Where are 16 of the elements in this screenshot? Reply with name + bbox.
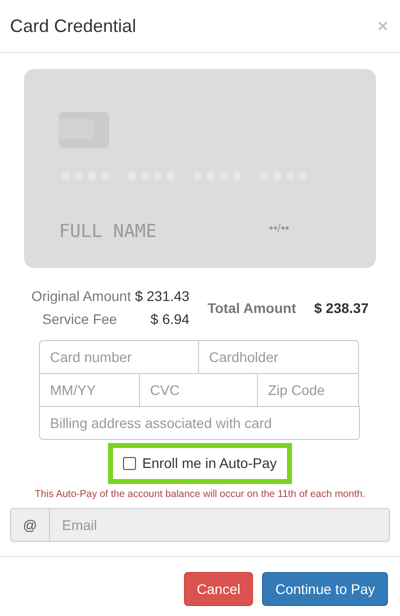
cancel-button[interactable]: Cancel	[184, 572, 254, 606]
original-amount: $ 231.43	[134, 287, 190, 306]
auto-pay-checkbox[interactable]: Enroll me in Auto-Pay	[108, 443, 292, 484]
dialog-title: Card Credential	[10, 14, 136, 38]
service-fee: $ 6.94	[150, 310, 190, 329]
total-amount: $ 238.37	[314, 298, 369, 318]
auto-pay-notice: This Auto-Pay of the account balance will occur on the 11th of each month.	[34, 488, 366, 502]
total-amount-label: Total Amount	[207, 298, 296, 318]
input-field[interactable]: Billing address associated with card	[39, 406, 360, 440]
input-field[interactable]: Cardholder	[198, 340, 359, 374]
cardholder-name: FULL NAME	[59, 220, 157, 244]
continue-button[interactable]: Continue to Pay	[262, 572, 388, 606]
service-fee-label: Service Fee	[41, 310, 118, 329]
original-amount-label: Original Amount	[31, 287, 131, 306]
input-field[interactable]: Card number	[39, 340, 199, 374]
expiry-value: ••/••	[269, 220, 290, 237]
